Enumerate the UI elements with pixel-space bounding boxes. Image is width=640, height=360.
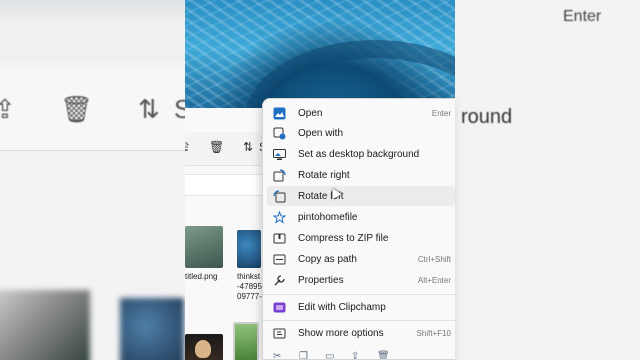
background-photo xyxy=(120,298,184,360)
file-thumbnail[interactable] xyxy=(185,334,223,360)
file-thumbnail[interactable] xyxy=(185,226,223,268)
menu-item-pin-to-home[interactable]: pintohomefile xyxy=(267,207,455,227)
menu-quick-actions: ✂ ❐ ▭ ⇪ 🗑 xyxy=(263,351,455,359)
star-icon xyxy=(271,209,287,225)
more-options-icon xyxy=(271,325,287,341)
menu-item-label: Edit with Clipchamp xyxy=(298,301,386,313)
rotate-right-icon xyxy=(271,167,287,183)
menu-item-label: Open with xyxy=(298,127,344,139)
menu-item-open[interactable]: Open Enter xyxy=(267,103,455,123)
wallpaper-image xyxy=(185,0,455,200)
background-toolbar: ⇪ 🗑 ⇅ S xyxy=(0,70,185,150)
delete-icon: 🗑 xyxy=(60,94,94,124)
menu-item-shortcut: Shift+F10 xyxy=(416,328,451,338)
cut-icon[interactable]: ✂ xyxy=(273,351,281,359)
rotate-left-icon xyxy=(271,188,287,204)
share-icon[interactable]: ⇪ xyxy=(185,140,191,154)
background-left-panel: ⇪ 🗑 ⇅ S xyxy=(0,0,185,360)
copy-icon[interactable]: ❐ xyxy=(299,351,308,359)
menu-item-rotate-right[interactable]: Rotate right xyxy=(267,165,455,185)
menu-item-label: Compress to ZIP file xyxy=(298,232,389,244)
menu-item-properties[interactable]: Properties Alt+Enter xyxy=(267,270,455,290)
menu-item-open-with[interactable]: Open with xyxy=(267,123,455,143)
menu-item-set-desktop-background[interactable]: Set as desktop background xyxy=(267,144,455,164)
sort-icon: ⇅ xyxy=(138,94,160,124)
background-sort-label: S xyxy=(174,94,185,124)
menu-item-shortcut: Ctrl+Shift xyxy=(417,254,451,264)
open-with-icon xyxy=(271,125,287,141)
rename-icon[interactable]: ▭ xyxy=(325,351,334,359)
image-icon xyxy=(271,105,287,121)
menu-item-label: Open xyxy=(298,107,323,119)
copy-path-icon xyxy=(271,251,287,267)
context-menu: Open Enter Open with Set as desktop back… xyxy=(262,98,455,360)
menu-item-rotate-left[interactable]: Rotate left xyxy=(267,186,455,206)
menu-item-shortcut: Alt+Enter xyxy=(417,275,451,285)
share-icon: ⇪ xyxy=(0,94,16,124)
menu-divider xyxy=(263,294,455,295)
background-round-text: round xyxy=(461,106,513,128)
file-thumbnail[interactable] xyxy=(237,230,261,268)
menu-item-label: Properties xyxy=(298,274,344,286)
menu-item-label: pintohomefile xyxy=(298,211,358,223)
background-enter-text: Enter xyxy=(563,8,602,25)
file-caption: titled.png xyxy=(185,272,218,281)
menu-item-label: Rotate right xyxy=(298,169,350,181)
share-icon[interactable]: ⇪ xyxy=(351,351,359,359)
menu-item-show-more-options[interactable]: Show more options Shift+F10 xyxy=(267,323,455,343)
menu-item-shortcut: Enter xyxy=(431,108,451,118)
delete-icon[interactable]: 🗑 xyxy=(209,140,224,154)
menu-item-copy-as-path[interactable]: Copy as path Ctrl+Shift xyxy=(267,249,455,269)
menu-divider xyxy=(263,320,455,321)
screen: ⇪ 🗑 ⇅ S Enter round ⇪ 🗑 ⇅ S titled.png t… xyxy=(0,0,640,360)
file-thumbnail-selected[interactable] xyxy=(233,322,259,360)
menu-item-label: Copy as path xyxy=(298,253,357,265)
sort-icon[interactable]: ⇅ xyxy=(243,140,253,154)
file-caption: thinkst -47895 09777- xyxy=(237,272,262,301)
clipchamp-icon xyxy=(271,299,287,315)
background-header xyxy=(0,0,185,62)
background-photo xyxy=(0,290,90,360)
background-right-panel: Enter round xyxy=(455,0,640,360)
delete-icon[interactable]: 🗑 xyxy=(377,351,390,359)
desktop-background-icon xyxy=(271,146,287,162)
menu-item-label: Set as desktop background xyxy=(298,148,420,160)
menu-item-compress-zip[interactable]: Compress to ZIP file xyxy=(267,228,455,248)
menu-item-label: Show more options xyxy=(298,327,384,339)
zip-folder-icon xyxy=(271,230,287,246)
wrench-icon xyxy=(271,272,287,288)
menu-item-edit-with-clipchamp[interactable]: Edit with Clipchamp xyxy=(267,297,455,317)
